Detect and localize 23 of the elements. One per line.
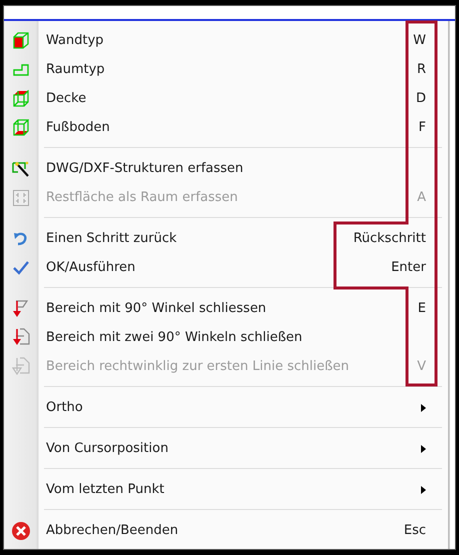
menu-item[interactable]: Abbrechen/Beenden Esc bbox=[4, 516, 448, 545]
menu-item[interactable]: Bereich mit zwei 90° Winkeln schließen bbox=[4, 323, 448, 352]
shortcut-text: W bbox=[413, 33, 426, 48]
menu-item[interactable]: Vom letzten Punkt bbox=[4, 475, 448, 504]
shortcut-text: F bbox=[418, 120, 426, 135]
menu-item[interactable]: Einen Schritt zurück Rückschritt bbox=[4, 224, 448, 253]
shortcut-text: D bbox=[416, 91, 426, 106]
menu-item[interactable]: Wandtyp W bbox=[4, 26, 448, 55]
shortcut-text: V bbox=[417, 359, 426, 374]
menu-item[interactable]: Raumtyp R bbox=[4, 55, 448, 84]
shortcut-text: Rückschritt bbox=[353, 231, 426, 246]
shortcut-text: E bbox=[418, 301, 426, 316]
menu-item[interactable]: Von Cursorposition bbox=[4, 434, 448, 463]
menu-item[interactable]: Decke D bbox=[4, 84, 448, 113]
menu-item[interactable]: Fußboden F bbox=[4, 113, 448, 142]
menu-item[interactable]: DWG/DXF-Strukturen erfassen bbox=[4, 154, 448, 183]
shortcut-text: Esc bbox=[404, 523, 426, 538]
menu-item[interactable]: Ortho bbox=[4, 393, 448, 422]
menu-item[interactable]: OK/Ausführen Enter bbox=[4, 253, 448, 282]
shortcut-text: Enter bbox=[391, 260, 426, 275]
menu-item[interactable]: Bereich mit 90° Winkel schliessen E bbox=[4, 294, 448, 323]
shortcut-text: A bbox=[417, 190, 426, 205]
shortcut-text: R bbox=[416, 62, 426, 77]
